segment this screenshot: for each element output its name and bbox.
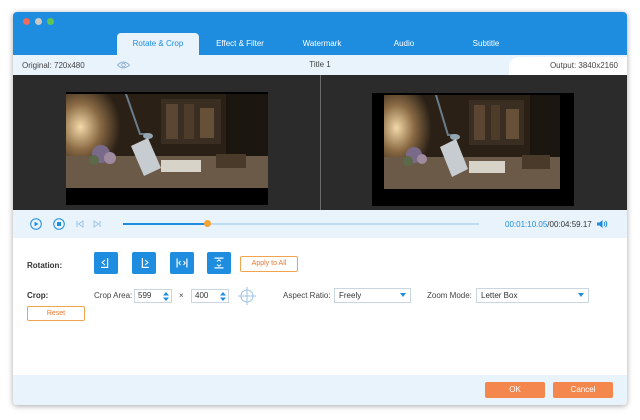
time-display: 00:01:10.05/00:04:59.17 — [505, 220, 592, 229]
aspect-ratio-label: Aspect Ratio: — [283, 291, 331, 300]
edit-controls: Rotation: Apply to All Crop: Crop Area: … — [13, 238, 627, 375]
flip-vertical-icon — [214, 257, 224, 269]
footer-bar: OK Cancel — [13, 375, 627, 405]
crop-width-field[interactable]: 599 — [134, 289, 172, 303]
crop-area-label: Crop Area: — [94, 291, 133, 300]
cancel-button[interactable]: Cancel — [553, 382, 613, 398]
output-preview — [372, 93, 574, 206]
title-bar: Rotate & Crop Effect & Filter Watermark … — [13, 12, 627, 55]
minimize-window-button[interactable] — [35, 18, 42, 25]
total-time: /00:04:59.17 — [547, 220, 592, 229]
video-frame-output — [384, 95, 560, 189]
height-stepper-icon[interactable] — [219, 291, 227, 302]
preview-divider — [320, 75, 321, 210]
preview-area — [13, 75, 627, 210]
zoom-mode-label: Zoom Mode: — [427, 291, 472, 300]
video-frame-original — [66, 94, 268, 188]
play-icon[interactable] — [30, 218, 42, 230]
volume-icon[interactable] — [596, 218, 608, 230]
tab-effect-filter[interactable]: Effect & Filter — [199, 33, 281, 55]
next-frame-icon[interactable] — [91, 218, 103, 230]
rotate-left-icon — [101, 258, 109, 268]
rotate-right-icon — [141, 258, 149, 268]
flip-vertical-button[interactable] — [207, 252, 231, 274]
zoom-mode-select[interactable]: Letter Box — [476, 288, 589, 303]
timeline-progress — [123, 223, 208, 225]
info-bar: Original: 720x480 Title 1 Output: 3840x2… — [13, 55, 627, 75]
rotate-left-button[interactable] — [94, 252, 118, 274]
close-window-button[interactable] — [23, 18, 30, 25]
chevron-down-icon — [400, 293, 406, 297]
center-crosshair-icon[interactable] — [237, 286, 257, 306]
rotation-label: Rotation: — [27, 261, 63, 270]
stop-icon[interactable] — [53, 218, 65, 230]
tab-watermark[interactable]: Watermark — [281, 33, 363, 55]
apply-to-all-button[interactable]: Apply to All — [240, 256, 298, 272]
tab-subtitle[interactable]: Subtitle — [445, 33, 527, 55]
crop-width-value: 599 — [138, 291, 152, 300]
zoom-mode-value: Letter Box — [481, 291, 518, 300]
chevron-down-icon — [578, 293, 584, 297]
video-title: Title 1 — [309, 60, 331, 69]
editor-tabs: Rotate & Crop Effect & Filter Watermark … — [117, 33, 527, 55]
current-time: 00:01:10.05 — [505, 220, 548, 229]
crop-height-field[interactable]: 400 — [191, 289, 229, 303]
aspect-ratio-value: Freely — [339, 291, 362, 300]
crop-height-value: 400 — [195, 291, 209, 300]
timeline-handle[interactable] — [204, 220, 212, 227]
playback-bar: 00:01:10.05/00:04:59.17 — [13, 210, 627, 238]
aspect-ratio-select[interactable]: Freely — [334, 288, 411, 303]
ok-button[interactable]: OK — [485, 382, 545, 398]
crop-times-sign: × — [179, 291, 184, 300]
width-stepper-icon[interactable] — [162, 291, 170, 302]
zoom-window-button[interactable] — [47, 18, 54, 25]
reset-button[interactable]: Reset — [27, 306, 85, 321]
output-resolution: Output: 3840x2160 — [549, 61, 618, 70]
crop-editor-window: Rotate & Crop Effect & Filter Watermark … — [13, 12, 627, 405]
tab-audio[interactable]: Audio — [363, 33, 445, 55]
flip-horizontal-icon — [176, 258, 188, 268]
rotate-right-button[interactable] — [132, 252, 156, 274]
flip-horizontal-button[interactable] — [170, 252, 194, 274]
timeline-slider[interactable] — [123, 220, 479, 227]
tab-rotate-crop[interactable]: Rotate & Crop — [117, 33, 199, 55]
previous-frame-icon[interactable] — [74, 218, 86, 230]
crop-label: Crop: — [27, 291, 49, 300]
original-preview — [66, 92, 268, 205]
